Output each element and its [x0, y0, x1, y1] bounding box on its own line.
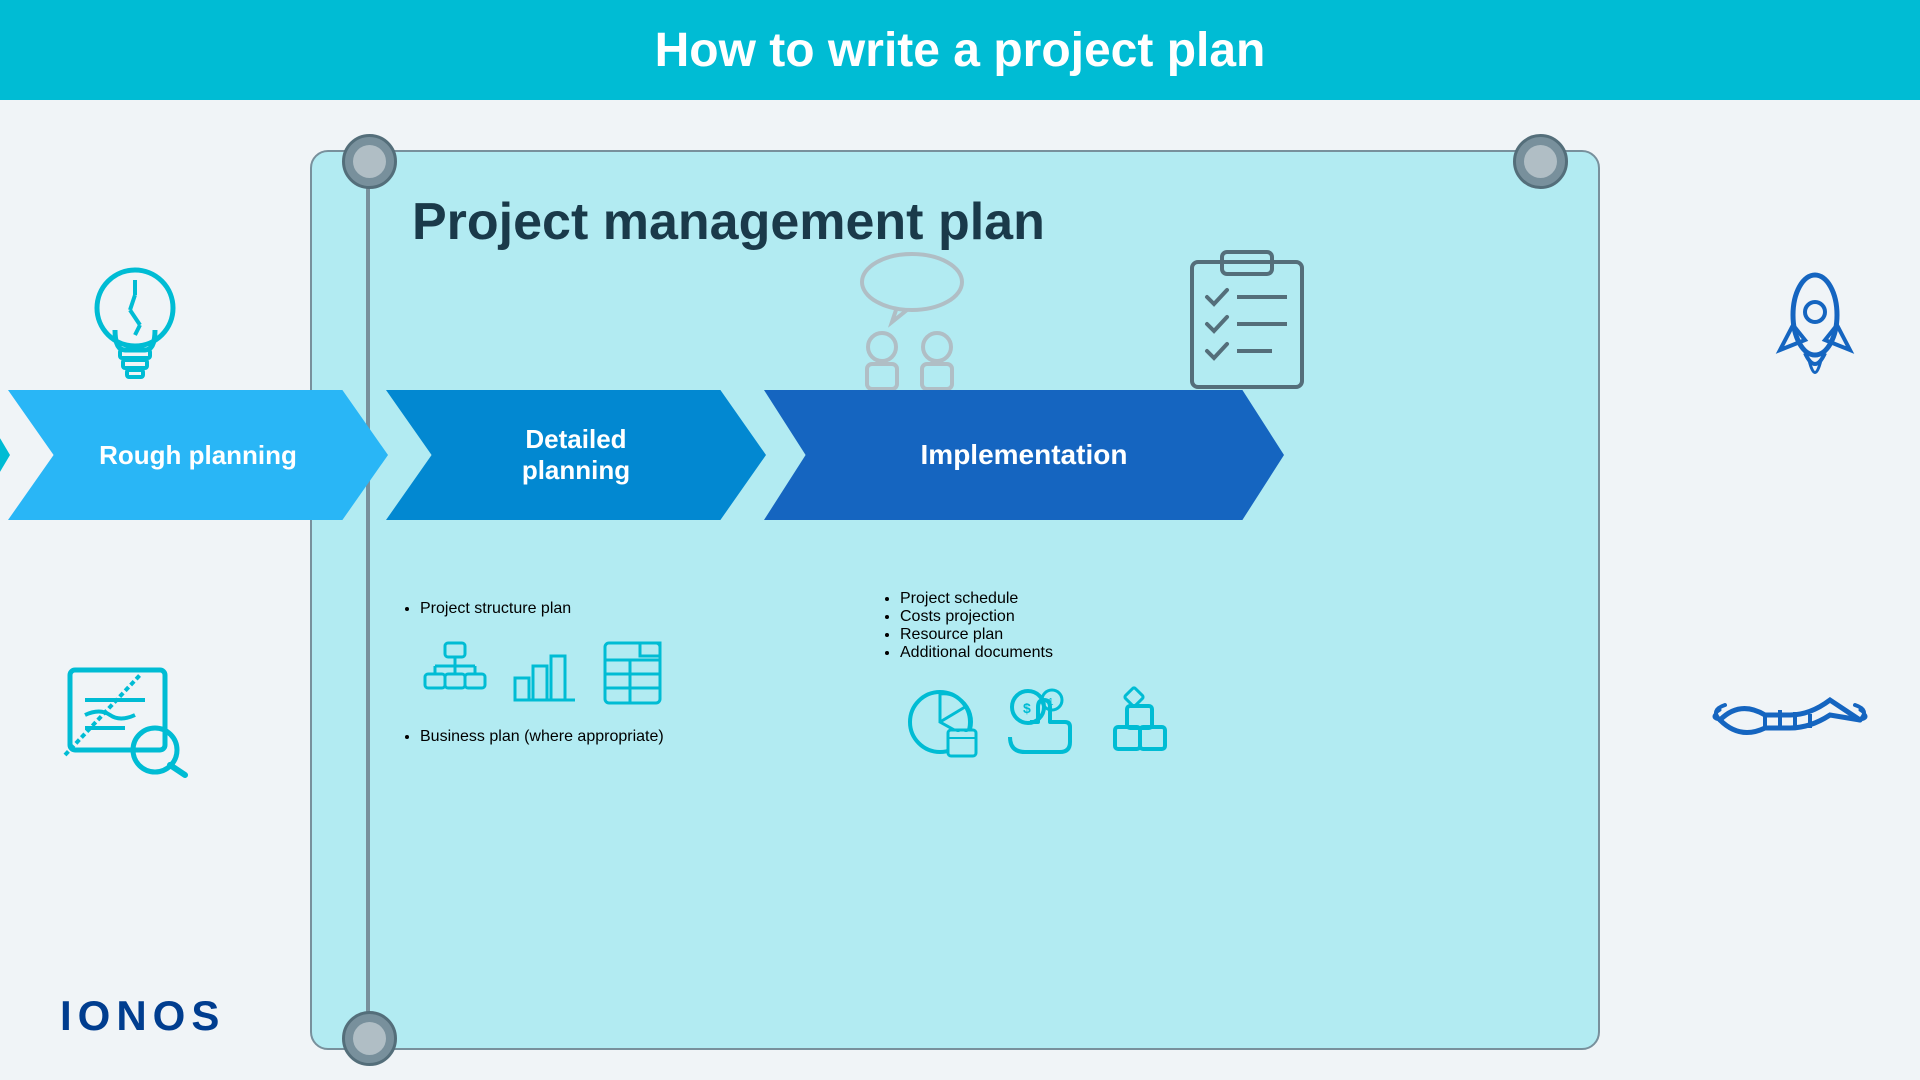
ionos-logo: IONOS — [60, 992, 225, 1040]
svg-text:1: 1 — [1048, 697, 1054, 708]
rough-item-1: Project structure plan — [420, 600, 870, 618]
arrow-idea: Idea — [0, 390, 10, 520]
clipboard-icon — [1182, 242, 1312, 397]
scroll-curl-tr — [1513, 134, 1568, 189]
scroll-line-left — [366, 152, 370, 1048]
detailed-planning-content: Project schedule Costs projection Resour… — [900, 590, 1330, 782]
rough-planning-content: Project structure plan — [420, 600, 870, 746]
scroll-title: Project management plan — [312, 152, 1598, 262]
lightbulb-icon — [80, 260, 190, 390]
rough-item-2: Business plan (where appropriate) — [420, 728, 870, 746]
discussion-icon — [832, 252, 992, 392]
handshake-icon — [1710, 660, 1870, 780]
certificate-icon — [60, 660, 190, 780]
arrow-detailed: Detailedplanning — [386, 390, 766, 520]
svg-text:$: $ — [1023, 700, 1031, 716]
detailed-mini-icons: $ 1 — [900, 682, 1330, 762]
rough-mini-icons — [420, 638, 870, 708]
top-banner: How to write a project plan — [0, 0, 1920, 100]
rocket-icon — [1760, 260, 1870, 400]
arrow-rough: Rough planning — [8, 390, 388, 520]
detailed-item-1: Project schedule — [900, 590, 1330, 608]
main-content: Project management plan — [0, 100, 1920, 1080]
page-title: How to write a project plan — [655, 23, 1266, 78]
detailed-item-3: Resource plan — [900, 626, 1330, 644]
arrows-row: Idea Rough planning Detailedplanning Imp… — [0, 390, 1610, 520]
scroll-curl-bl — [342, 1011, 397, 1066]
detailed-item-4: Additional documents — [900, 644, 1330, 662]
arrow-implementation: Implementation — [764, 390, 1284, 520]
detailed-item-2: Costs projection — [900, 608, 1330, 626]
scroll-curl-tl — [342, 134, 397, 189]
